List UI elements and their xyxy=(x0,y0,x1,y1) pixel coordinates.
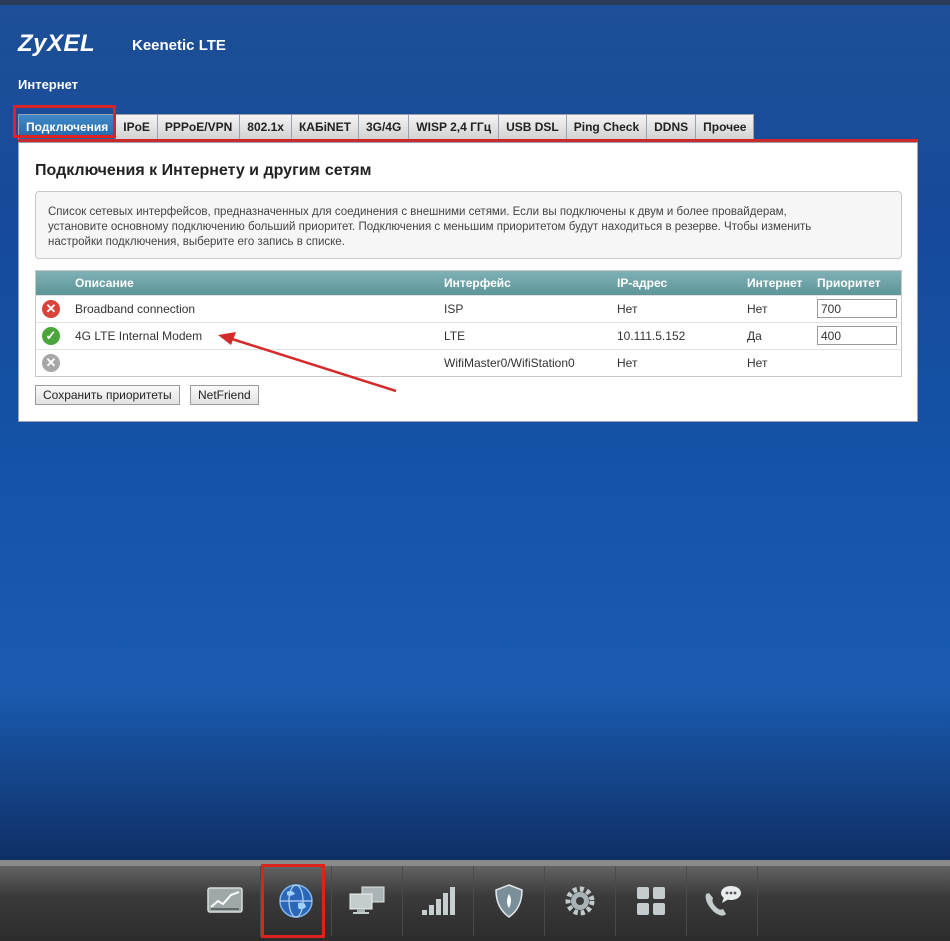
tab-ipoe[interactable]: IPoE xyxy=(115,114,158,139)
header-priority: Приоритет xyxy=(817,276,881,290)
computers-icon xyxy=(349,886,385,914)
tab-ddns[interactable]: DDNS xyxy=(646,114,697,139)
row-internet: Да xyxy=(747,329,762,343)
header-ip: IP-адрес xyxy=(617,276,668,290)
tab-ping-check[interactable]: Ping Check xyxy=(565,114,648,139)
phone-chat-icon xyxy=(705,886,741,916)
connections-panel: Подключения к Интернету и другим сетям С… xyxy=(18,142,918,422)
row-ip: 10.111.5.152 xyxy=(617,329,686,343)
panel-title: Подключения к Интернету и другим сетям xyxy=(35,162,372,179)
row-description[interactable]: Broadband connection xyxy=(75,296,195,322)
row-interface: ISP xyxy=(444,302,464,316)
tab-pppoe-vpn[interactable]: PPPoE/VPN xyxy=(156,114,241,139)
tab-8021x[interactable]: 802.1x xyxy=(239,114,292,139)
zyxel-logo: ZyXEL xyxy=(18,30,96,57)
row-interface: LTE xyxy=(444,329,466,343)
netfriend-button[interactable]: NetFriend xyxy=(190,385,259,405)
monitor-chart-icon xyxy=(207,887,243,913)
shield-icon xyxy=(495,884,523,918)
tab-bar: Подключения IPoE PPPoE/VPN 802.1x КАБiNE… xyxy=(18,114,755,139)
disabled-status-icon: ✕ xyxy=(42,354,60,372)
gear-icon xyxy=(565,886,595,916)
row-description[interactable]: 4G LTE Internal Modem xyxy=(75,323,202,349)
row-interface: WifiMaster0/WifiStation0 xyxy=(444,356,575,370)
nav-security[interactable] xyxy=(474,866,545,936)
highlight-nav-internet xyxy=(261,864,325,938)
nav-telephony[interactable] xyxy=(687,866,758,936)
table-row[interactable]: ✕ WifiMaster0/WifiStation0 Нет Нет xyxy=(36,349,901,376)
priority-input[interactable] xyxy=(817,299,897,318)
apps-grid-icon xyxy=(637,887,665,915)
nav-apps[interactable] xyxy=(616,866,687,936)
table-row[interactable]: ✕ Broadband connection ISP Нет Нет xyxy=(36,295,901,322)
info-text-line: настройки подключения, выберите его запи… xyxy=(48,236,345,248)
save-priorities-button[interactable]: Сохранить приоритеты xyxy=(35,385,180,405)
priority-input[interactable] xyxy=(817,326,897,345)
nav-system[interactable] xyxy=(545,866,616,936)
row-internet: Нет xyxy=(747,302,768,316)
header-description: Описание xyxy=(75,276,134,290)
tab-usb-dsl[interactable]: USB DSL xyxy=(498,114,567,139)
table-header: Описание Интерфейс IP-адрес Интернет При… xyxy=(36,271,901,295)
section-title: Интернет xyxy=(18,77,79,92)
row-ip: Нет xyxy=(617,302,638,316)
connections-table: Описание Интерфейс IP-адрес Интернет При… xyxy=(35,270,902,377)
ok-status-icon: ✓ xyxy=(42,327,60,345)
window-top-edge xyxy=(0,0,950,5)
info-text-line: Список сетевых интерфейсов, предназначен… xyxy=(48,206,787,218)
nav-wifi[interactable] xyxy=(403,866,474,936)
row-internet: Нет xyxy=(747,356,768,370)
header-internet: Интернет xyxy=(747,276,803,290)
row-ip: Нет xyxy=(617,356,638,370)
table-row[interactable]: ✓ 4G LTE Internal Modem LTE 10.111.5.152… xyxy=(36,322,901,349)
info-box: Список сетевых интерфейсов, предназначен… xyxy=(35,191,902,259)
nav-home-network[interactable] xyxy=(332,866,403,936)
signal-bars-icon xyxy=(422,887,455,915)
tab-kabinet[interactable]: КАБiNET xyxy=(290,114,359,139)
header-interface: Интерфейс xyxy=(444,276,511,290)
tab-wisp[interactable]: WISP 2,4 ГГц xyxy=(408,114,500,139)
info-text-line: установите основному подключению больший… xyxy=(48,221,812,233)
tab-other[interactable]: Прочее xyxy=(695,114,755,139)
highlight-active-tab xyxy=(13,105,116,138)
nav-monitor[interactable] xyxy=(190,866,261,936)
device-model: Keenetic LTE xyxy=(132,37,226,54)
error-status-icon: ✕ xyxy=(42,300,60,318)
tab-3g4g[interactable]: 3G/4G xyxy=(357,114,410,139)
